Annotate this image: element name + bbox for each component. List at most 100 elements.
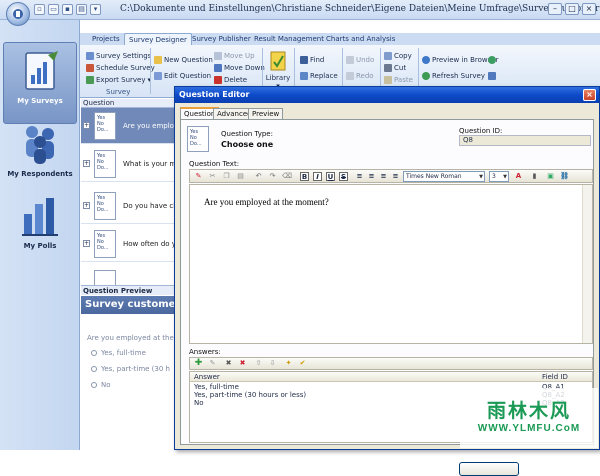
move-down-icon[interactable]: ⇩ [268, 359, 277, 368]
import-answers-icon[interactable]: ✦ [284, 359, 293, 368]
replace-button[interactable]: Replace [300, 71, 338, 81]
option-label: Yes, full-time [101, 349, 146, 357]
question-row[interactable]: + Yes No Do... What is your mari [81, 146, 176, 182]
edit-question-button[interactable]: Edit Question [154, 71, 211, 81]
highlight-icon[interactable]: ▮ [530, 172, 539, 181]
tab-charts-analysis[interactable]: Charts and Analysis [322, 33, 399, 45]
expand-icon[interactable]: + [83, 202, 90, 209]
export-survey-button[interactable]: Export Survey▾ [86, 75, 151, 85]
option: Do... [97, 207, 109, 213]
font-size-select[interactable]: 3 ▼ [489, 171, 509, 182]
move-down-button[interactable]: Move Down [214, 63, 265, 73]
vertical-scrollbar[interactable] [582, 185, 592, 343]
tab-survey-designer[interactable]: Survey Designer [124, 33, 192, 45]
paste-button[interactable]: Paste [384, 75, 413, 85]
surveys-icon [25, 51, 58, 90]
label: Copy [394, 52, 412, 60]
preview-option[interactable]: No [91, 381, 111, 389]
redo-button[interactable]: Redo [346, 71, 374, 81]
close-window-icon[interactable]: × [582, 3, 596, 15]
app-menu-button[interactable] [6, 2, 30, 26]
new-question-button[interactable]: New Question [154, 55, 213, 65]
choice-question-icon: Yes No Do... [94, 192, 116, 220]
nav-my-surveys[interactable]: My Surveys [3, 42, 77, 124]
question-text-editor[interactable]: Are you employed at the moment? [189, 184, 593, 344]
move-up-button[interactable]: Move Up [214, 51, 255, 61]
maximize-icon[interactable]: □ [565, 3, 579, 15]
open-file-icon[interactable]: ▭ [48, 4, 59, 15]
tab-result-management[interactable]: Result Management [250, 33, 328, 45]
align-left-icon[interactable]: ≡ [355, 172, 364, 181]
delete-all-icon[interactable]: ✖ [238, 359, 247, 368]
divider [150, 48, 151, 94]
answers-toolbar: ✚ ✎ ✖ ✖ ⇧ ⇩ ✦ ✔ [189, 357, 593, 370]
schedule-survey-button[interactable]: Schedule Survey [86, 63, 155, 73]
copy-button[interactable]: Copy [384, 51, 412, 61]
insert-link-icon[interactable]: ⛓ [560, 172, 569, 181]
survey-settings-button[interactable]: Survey Settings [86, 51, 151, 61]
question-row[interactable]: + Yes No Do... How often do you [81, 226, 176, 262]
question-row-partial[interactable] [81, 266, 176, 285]
library-label: Library [265, 74, 291, 82]
library-button[interactable]: Library ▾ [265, 50, 291, 90]
strikethrough-button[interactable]: S [339, 172, 348, 181]
tab-projects[interactable]: Projects [88, 33, 124, 45]
globe-button[interactable] [488, 55, 496, 65]
text-color-icon[interactable]: A [514, 172, 523, 181]
move-up-icon[interactable]: ⇧ [254, 359, 263, 368]
question-row-selected[interactable]: + Yes No Do... Are you employed [81, 108, 176, 144]
question-id-field[interactable]: Q8 [459, 135, 591, 146]
nav-my-polls[interactable]: My Polls [3, 188, 77, 260]
print-icon[interactable]: ▤ [76, 4, 87, 15]
cut-icon[interactable]: ✂ [208, 172, 217, 181]
dialog-ok-button[interactable] [459, 462, 519, 476]
align-center-icon[interactable]: ≡ [367, 172, 376, 181]
nav-my-respondents[interactable]: My Respondents [3, 116, 77, 188]
save-icon[interactable]: ▪ [62, 4, 73, 15]
italic-button[interactable]: I [313, 172, 322, 181]
find-button[interactable]: Find [300, 55, 324, 65]
spellcheck-icon[interactable]: ✎ [194, 172, 203, 181]
option: Do... [190, 141, 202, 147]
redo-icon[interactable]: ↷ [268, 172, 277, 181]
dialog-close-button[interactable]: × [583, 89, 596, 101]
justify-icon[interactable]: ≡ [391, 172, 400, 181]
question-preview-header: Question Preview [81, 285, 176, 295]
cut-button[interactable]: Cut [384, 63, 406, 73]
paste-icon[interactable]: ▤ [236, 172, 245, 181]
undo-icon[interactable]: ↶ [254, 172, 263, 181]
search-survey-button[interactable] [488, 71, 496, 81]
new-file-icon[interactable]: ▫ [34, 4, 45, 15]
preview-option[interactable]: Yes, part-time (30 h [91, 365, 170, 373]
ribbon-tabs: Projects Survey Designer Survey Publishe… [80, 33, 600, 45]
edit-answer-icon[interactable]: ✎ [208, 359, 217, 368]
expand-icon[interactable]: + [83, 160, 90, 167]
minimize-icon[interactable]: – [548, 3, 562, 15]
options-icon[interactable]: ▾ [90, 4, 101, 15]
insert-image-icon[interactable]: ▣ [546, 172, 555, 181]
align-right-icon[interactable]: ≡ [379, 172, 388, 181]
underline-button[interactable]: U [326, 172, 335, 181]
question-row[interactable]: + Yes No Do... Do you have child [81, 188, 176, 224]
label: Export Survey [96, 76, 146, 84]
arrow-up-icon [214, 52, 222, 60]
radio-icon [91, 366, 97, 372]
add-answer-icon[interactable]: ✚ [194, 359, 203, 368]
expand-icon[interactable]: + [83, 122, 90, 129]
font-family-select[interactable]: Times New Roman ▼ [403, 171, 485, 182]
preview-in-browser-button[interactable]: Preview in Browser [422, 55, 498, 65]
library-icon[interactable]: ✔ [298, 359, 307, 368]
delete-answer-icon[interactable]: ✖ [224, 359, 233, 368]
clear-format-icon[interactable]: ⌫ [282, 172, 292, 181]
delete-button[interactable]: Delete [214, 75, 247, 85]
expand-icon[interactable]: + [83, 240, 90, 247]
bold-button[interactable]: B [300, 172, 309, 181]
tab-preview[interactable]: Preview [248, 108, 284, 119]
label: Move Up [224, 52, 255, 60]
undo-button[interactable]: Undo [346, 55, 374, 65]
copy-icon[interactable]: ❐ [222, 172, 231, 181]
preview-option[interactable]: Yes, full-time [91, 349, 146, 357]
nav-label: My Surveys [17, 97, 63, 105]
refresh-survey-button[interactable]: Refresh Survey [422, 71, 485, 81]
tab-survey-publisher[interactable]: Survey Publisher [188, 33, 255, 45]
